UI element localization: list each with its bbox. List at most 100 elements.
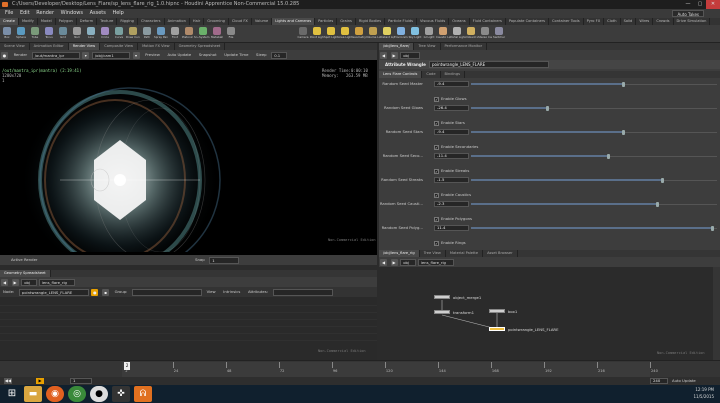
camera-dropdown-icon[interactable]: ▾	[132, 51, 140, 59]
enable-checkbox[interactable]: ✓ Enable Stars	[434, 119, 534, 126]
maximize-button[interactable]: ▢	[694, 0, 706, 9]
viewer-tab[interactable]: Geometry Spreadsheet	[175, 43, 226, 50]
param-slider-handle[interactable]	[622, 81, 626, 87]
shelf-tool[interactable]: Line	[84, 25, 98, 42]
shelf-tab[interactable]: Modify	[19, 18, 38, 25]
shelf-tab[interactable]: Drive Simulation	[674, 18, 711, 25]
attributes-field[interactable]	[272, 288, 333, 296]
shelf-tab[interactable]: Texture	[97, 18, 118, 25]
back-arrow-icon[interactable]: ◀	[380, 51, 387, 59]
shelf-tool[interactable]: Box	[0, 25, 14, 42]
auto-update-dropdown[interactable]: Auto Update	[672, 377, 696, 385]
forward-arrow-icon[interactable]: ▶	[390, 258, 398, 266]
shelf-tool[interactable]: Font	[168, 25, 182, 42]
menu-windows[interactable]: Windows	[61, 9, 83, 18]
shelf-tab[interactable]: Volume	[252, 18, 273, 25]
shelf-tool[interactable]: Portal Light	[450, 25, 464, 42]
param-value-field[interactable]: -11.4	[434, 153, 469, 159]
render-icon[interactable]: ●	[1, 51, 8, 59]
sheet-subpath[interactable]: lens_flare_rig	[38, 278, 75, 286]
param-slider-handle[interactable]	[656, 201, 660, 207]
shelf-tool[interactable]: Ambient Light	[464, 25, 478, 42]
current-frame-field[interactable]: 1	[70, 378, 92, 384]
viewer-tab[interactable]: Render View	[68, 43, 101, 50]
network-canvas[interactable]: object_merge1 transform1 box1 pointwrang…	[379, 267, 720, 360]
param-slider[interactable]	[471, 105, 717, 111]
shelf-tool[interactable]: Spot Light	[324, 25, 338, 42]
snap-field[interactable]: 1	[209, 256, 240, 264]
network-path[interactable]: obj	[400, 258, 417, 266]
shelf-tab[interactable]: Populate Containers	[506, 18, 550, 25]
menu-render[interactable]: Render	[36, 9, 54, 18]
param-slider[interactable]	[471, 81, 717, 87]
desktop-dropdown[interactable]: Auto Takes	[672, 10, 704, 17]
viewer-tab[interactable]: Composite View	[100, 43, 139, 50]
shelf-tool[interactable]: Volume Light	[366, 25, 380, 42]
preview-toggle[interactable]: Preview	[142, 50, 163, 60]
enable-checkbox[interactable]: ✓ Enable Caustics	[434, 191, 534, 198]
shelf-tool[interactable]: Tube	[28, 25, 42, 42]
shelf-tab[interactable]: Crowds	[653, 18, 674, 25]
network-editor[interactable]: ◀ ▶ obj lens_flare_rig object_merge1 tra…	[379, 257, 720, 360]
param-value-field[interactable]: -1.5	[434, 177, 469, 183]
param-slider-handle[interactable]	[622, 129, 626, 135]
param-slider[interactable]	[471, 201, 717, 207]
node-box[interactable]	[489, 309, 505, 313]
shelf-tool[interactable]: GI Light	[422, 25, 436, 42]
shelf-tab[interactable]: Fluid Containers	[470, 18, 506, 25]
shelf-tool[interactable]: Camera	[296, 25, 310, 42]
shelf-tool[interactable]: Area Light	[338, 25, 352, 42]
param-subtab[interactable]: Lens Flare Controls	[379, 71, 423, 78]
viewer-tab[interactable]: Motion FX View	[138, 43, 175, 50]
param-value-field[interactable]: 11.4	[434, 225, 469, 231]
game-controller-icon[interactable]: ✜	[112, 386, 130, 402]
file-explorer-icon[interactable]: ▬	[24, 386, 42, 402]
viewer-tab[interactable]: Animation Editor	[30, 43, 69, 50]
param-tab[interactable]: Performance Monitor	[441, 43, 488, 50]
param-subtab[interactable]: Code	[422, 71, 441, 78]
render-button[interactable]: Render	[11, 50, 31, 60]
menu-assets[interactable]: Assets	[90, 9, 106, 18]
shelf-tool[interactable]: Geometry Light	[352, 25, 366, 42]
shelf-tool[interactable]: Circle	[98, 25, 112, 42]
node-name-field[interactable]: pointwrangle_LENS_FLARE	[429, 61, 549, 68]
shelf-tab[interactable]: Animation	[165, 18, 190, 25]
shelf-tab[interactable]: Wires	[636, 18, 654, 25]
shelf-tab[interactable]: Rigging	[117, 18, 138, 25]
shelf-tab[interactable]: Deform	[77, 18, 98, 25]
node-object-merge[interactable]	[434, 295, 450, 299]
shelf-tool[interactable]: Stereo Cam	[478, 25, 492, 42]
recorder-icon[interactable]: ●	[90, 386, 108, 402]
node-transform[interactable]	[434, 310, 450, 314]
network-tab[interactable]: Asset Browser	[483, 250, 518, 257]
param-tab[interactable]: Tree View	[414, 43, 441, 50]
close-button[interactable]: ✕	[706, 0, 720, 9]
shelf-tool[interactable]: Sphere	[14, 25, 28, 42]
shelf-tab[interactable]: Model	[38, 18, 56, 25]
shelf-tool[interactable]: Sky Light	[408, 25, 422, 42]
menu-file[interactable]: File	[5, 9, 13, 18]
end-frame-field[interactable]: 240	[650, 378, 668, 384]
enable-checkbox[interactable]: ✓ Enable Rings	[434, 239, 534, 246]
auto-update-toggle[interactable]: Auto Update	[164, 50, 194, 60]
param-value-field[interactable]: -9.4	[434, 129, 469, 135]
camera-field[interactable]: /obj/cam1	[91, 51, 130, 59]
minimize-button[interactable]: —	[682, 0, 694, 9]
sheet-path[interactable]: obj	[21, 278, 38, 286]
sleep-field[interactable]: 0.1	[271, 51, 288, 59]
play-icon[interactable]: ▶	[36, 378, 44, 384]
shelf-tool[interactable]: Curve	[112, 25, 126, 42]
shelf-tool[interactable]: Point Light	[310, 25, 324, 42]
houdini-icon[interactable]: ᕱ	[134, 386, 152, 402]
shelf-tab[interactable]: Rigid Bodies	[356, 18, 386, 25]
network-tab[interactable]: Tree View	[420, 250, 446, 257]
shelf-tab[interactable]: Grooming	[204, 18, 229, 25]
enable-checkbox[interactable]: ✓ Enable Secondaries	[434, 143, 534, 150]
shelf-tool[interactable]: Platonic Solids	[182, 25, 196, 42]
shelf-tab[interactable]: Cloth	[604, 18, 621, 25]
forward-arrow-icon[interactable]: ▶	[11, 278, 19, 286]
shelf-tool[interactable]: Switcher	[492, 25, 506, 42]
shelf-tab[interactable]: Particle Fluids	[385, 18, 418, 25]
enable-checkbox[interactable]: ✓ Enable Streaks	[434, 167, 534, 174]
shelf-tab[interactable]: Characters	[138, 18, 165, 25]
